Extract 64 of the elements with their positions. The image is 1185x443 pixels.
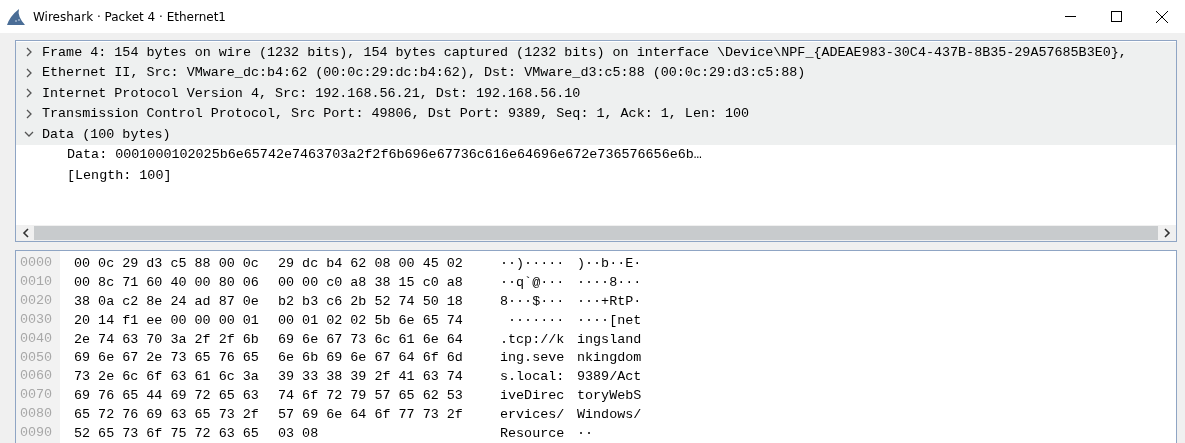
ascii-text: Resource (500, 426, 566, 442)
hex-bytes: 69 76 65 44 69 72 65 63 (74, 388, 260, 404)
offset-label: 0080 (19, 405, 54, 424)
ascii-text: ervices/ (500, 407, 566, 423)
hex-bytes: 65 72 76 69 63 65 73 2f (74, 407, 260, 423)
hex-bytes: 38 0a c2 8e 24 ad 87 0e (74, 293, 260, 309)
hex-bytes: 00 8c 71 60 40 00 80 06 (74, 274, 260, 290)
ascii-text: ······· (507, 312, 566, 328)
offset-label: 0090 (19, 424, 54, 443)
hex-bytes: 2e 74 63 70 3a 2f 2f 6b (74, 331, 260, 347)
offset-label: 0040 (19, 329, 54, 348)
hex-bytes: 00 0c 29 d3 c5 88 00 0c (74, 256, 260, 272)
ascii-text: ·· (577, 426, 595, 442)
ascii-text: s.local: (500, 369, 566, 385)
hex-bytes: 00 00 c0 a8 38 15 c0 a8 (278, 274, 464, 290)
hex-bytes: 57 69 6e 64 6f 77 73 2f (278, 407, 464, 423)
hex-bytes: 20 14 f1 ee 00 00 00 01 (74, 312, 260, 328)
hex-bytes: 6e 6b 69 6e 67 64 6f 6d (278, 350, 464, 366)
expand-icon[interactable] (24, 88, 34, 99)
ascii-text: ··)····· (500, 256, 566, 272)
hex-bytes: 39 33 38 39 2f 41 63 74 (278, 369, 464, 385)
hex-bytes: 00 01 02 02 5b 6e 65 74 (278, 312, 464, 328)
scroll-left-icon[interactable] (21, 228, 29, 239)
ascii-text: ing.seve (500, 350, 566, 366)
ascii-text: 9389/Act (577, 369, 643, 385)
maximize-icon (1110, 11, 1122, 23)
ascii-text: ingsland (577, 331, 643, 347)
offset-label: 0070 (19, 386, 54, 405)
scroll-right-icon[interactable] (1163, 228, 1171, 239)
hex-bytes: b2 b3 c6 2b 52 74 50 18 (278, 293, 464, 309)
ascii-text: ····[net (577, 312, 643, 328)
tree-item[interactable]: Data (100 bytes) (42, 126, 171, 142)
expand-icon[interactable] (24, 67, 34, 78)
offset-label: 0000 (19, 254, 54, 273)
ascii-text: )··b··E· (577, 256, 643, 272)
shark-fin-icon (6, 7, 26, 26)
tree-item[interactable]: Data: 0001000102025b6e65742e7463703a2f2f6b696e67736c616e64696e672e736576656e6b… (67, 147, 702, 163)
hex-bytes: 69 6e 67 2e 73 65 76 65 (74, 350, 260, 366)
ascii-text: Windows/ (577, 407, 643, 423)
tree-item[interactable]: [Length: 100] (67, 167, 172, 183)
ascii-text: ····8··· (577, 274, 643, 290)
hex-bytes: 03 08 (278, 426, 320, 442)
ascii-text: ··q`@··· (500, 274, 566, 290)
ascii-text: 8···$··· (500, 293, 566, 309)
ascii-text: iveDirec (500, 388, 566, 404)
window-title: Wireshark · Packet 4 · Ethernet1 (33, 9, 227, 24)
offset-label: 0010 (19, 273, 54, 291)
ascii-text: ···+RtP· (577, 293, 643, 309)
close-icon (1156, 10, 1168, 23)
expand-icon[interactable] (24, 108, 34, 119)
ascii-text: toryWebS (577, 388, 643, 404)
offset-label: 0050 (19, 348, 54, 367)
hex-bytes: 29 dc b4 62 08 00 45 02 (278, 256, 464, 272)
ascii-text: .tcp://k (500, 331, 566, 347)
hex-bytes: 52 65 73 6f 75 72 63 65 (74, 426, 260, 442)
offset-label: 0020 (19, 291, 54, 310)
hex-bytes: 73 2e 6c 6f 63 61 6c 3a (74, 369, 260, 385)
offset-label: 0060 (19, 367, 54, 386)
expand-icon[interactable] (24, 47, 34, 58)
hex-bytes: 69 6e 67 73 6c 61 6e 64 (278, 331, 464, 347)
hex-bytes: 74 6f 72 79 57 65 62 53 (278, 388, 464, 404)
offset-label: 0030 (19, 310, 54, 329)
ascii-text: nkingdom (577, 350, 643, 366)
horizontal-scrollbar[interactable] (16, 225, 1176, 242)
